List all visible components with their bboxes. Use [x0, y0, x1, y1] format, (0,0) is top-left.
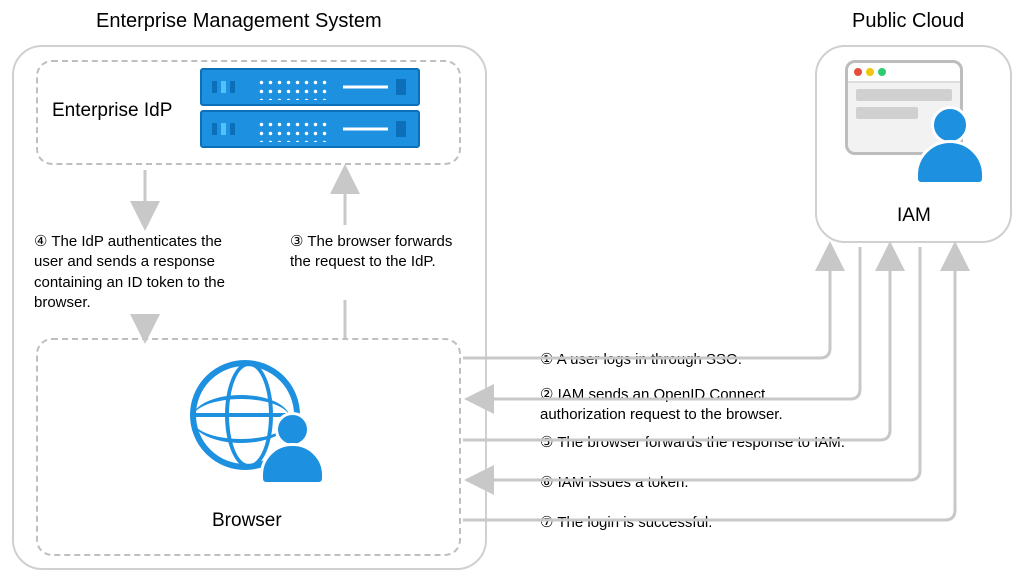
step-3-caption: ③ The browser forwards the request to th… [290, 232, 460, 273]
step-4-caption: ④ The IdP authenticates the user and sen… [34, 232, 254, 313]
iam-window-user-icon [845, 60, 985, 195]
iam-label: IAM [897, 205, 931, 227]
public-cloud-title: Public Cloud [852, 10, 964, 33]
step-2-caption: ② IAM sends an OpenID Connect authorizat… [540, 385, 825, 426]
step-7-caption: ⑦ The login is successful. [540, 513, 712, 533]
step-5-caption: ⑤ The browser forwards the response to I… [540, 433, 845, 453]
step-1-caption: ① A user logs in through SSO. [540, 350, 742, 370]
browser-globe-user-icon [185, 355, 325, 485]
enterprise-title: Enterprise Management System [96, 10, 382, 33]
browser-label: Browser [212, 510, 282, 532]
server-rack-icon [200, 68, 430, 152]
enterprise-idp-label: Enterprise IdP [52, 100, 172, 122]
step-6-caption: ⑥ IAM issues a token. [540, 473, 689, 493]
